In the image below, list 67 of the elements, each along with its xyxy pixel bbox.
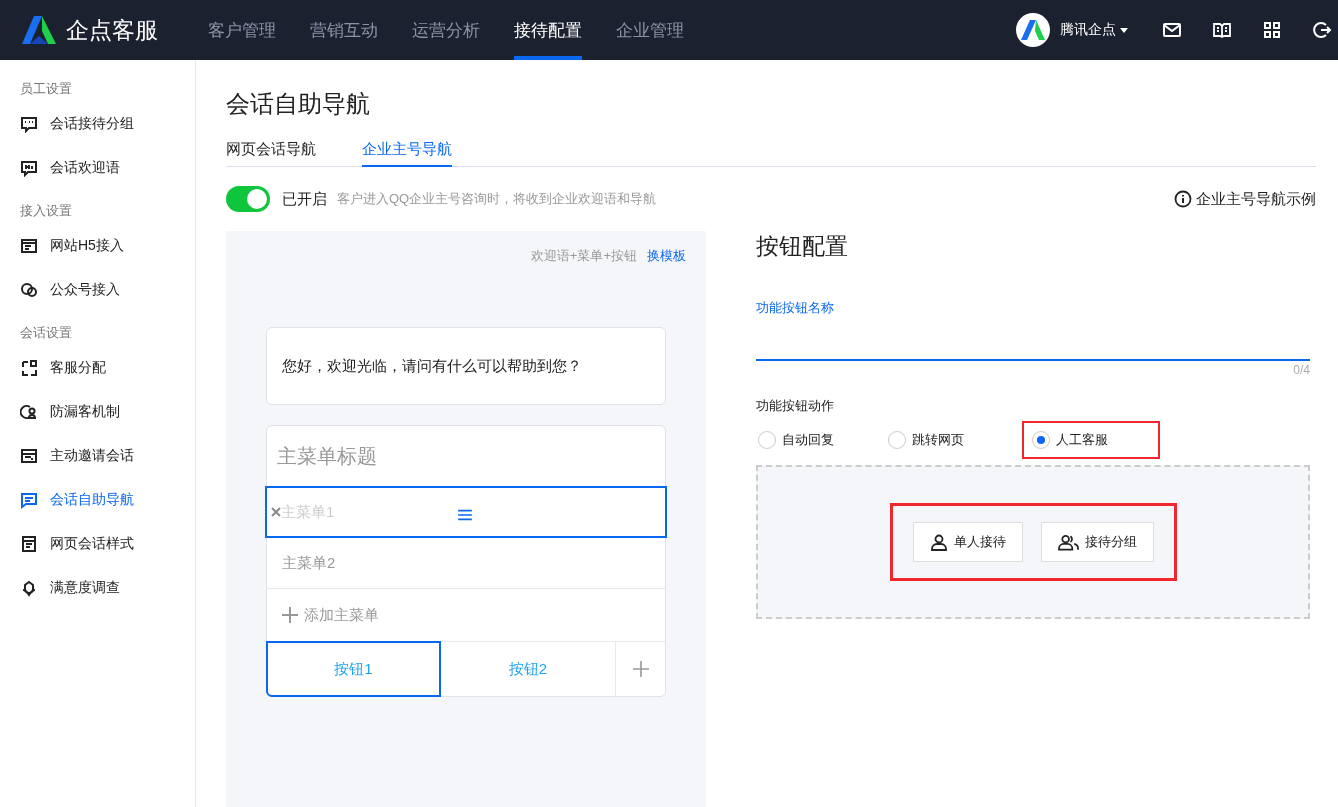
plus-icon	[632, 661, 649, 677]
info-icon	[1174, 190, 1192, 208]
sidebar-item[interactable]: 会话接待分组	[20, 102, 195, 146]
nav-tab[interactable]: 运营分析	[412, 0, 480, 60]
menu-item-icon	[20, 535, 38, 553]
sidebar-group-title: 接入设置	[20, 202, 73, 220]
radio-option[interactable]: 自动回复	[758, 431, 860, 449]
nav-tab[interactable]: 接待配置	[514, 0, 582, 60]
grid-icon[interactable]	[1262, 20, 1282, 40]
menu-item-icon	[20, 359, 38, 377]
radio-option[interactable]: 跳转网页	[888, 431, 990, 449]
example-link[interactable]: 企业主号导航示例	[1196, 189, 1316, 209]
sidebar-item[interactable]: 会话欢迎语	[20, 146, 195, 190]
tab[interactable]: 网页会话导航	[226, 140, 316, 167]
drag-handle-icon[interactable]	[457, 509, 473, 521]
tab[interactable]: 企业主号导航	[362, 140, 452, 167]
logo-icon	[20, 15, 58, 45]
avatar-icon[interactable]	[1016, 13, 1050, 47]
nav-tab[interactable]: 企业管理	[616, 0, 684, 60]
toggle-switch[interactable]	[226, 186, 270, 212]
caret-icon[interactable]	[1120, 27, 1128, 33]
menu-item-icon	[20, 579, 38, 597]
radio-button[interactable]	[1032, 431, 1050, 449]
logout-icon[interactable]	[1312, 20, 1332, 40]
radio-button[interactable]	[758, 431, 776, 449]
char-counter: 0/4	[1292, 363, 1310, 377]
template-name: 欢迎语+菜单+按钮	[530, 247, 637, 265]
sidebar-item[interactable]: 满意度调查	[20, 566, 195, 610]
menu-item-icon	[20, 159, 38, 177]
toggle-label: 已开启	[282, 189, 327, 209]
sidebar-item[interactable]: 公众号接入	[20, 268, 195, 312]
menu-item-icon	[20, 281, 38, 299]
menu-item-icon	[20, 237, 38, 255]
sidebar-item[interactable]: 网站H5接入	[20, 224, 195, 268]
sidebar-item[interactable]: 会话自助导航	[20, 478, 195, 522]
sidebar-group-title: 会话设置	[20, 324, 73, 342]
sidebar-item[interactable]: 客服分配	[20, 346, 195, 390]
people-icon	[1057, 533, 1079, 551]
nav-tab[interactable]: 营销互动	[310, 0, 378, 60]
sidebar-item[interactable]: 防漏客机制	[20, 390, 195, 434]
nav-tab[interactable]: 客户管理	[208, 0, 276, 60]
menu-item-icon	[20, 491, 38, 509]
mail-icon[interactable]	[1162, 20, 1182, 40]
logo-text: 企点客服	[66, 15, 158, 45]
book-icon[interactable]	[1212, 20, 1232, 40]
person-icon	[929, 533, 948, 551]
section-title: 按钮配置	[756, 232, 849, 259]
field-label: 功能按钮名称	[756, 299, 835, 317]
radio-option[interactable]: 人工客服	[1032, 431, 1134, 449]
plus-icon	[282, 607, 298, 623]
hint-text: 客户进入QQ企业主号咨询时，将收到企业欢迎语和导航	[337, 190, 657, 208]
close-icon[interactable]	[271, 507, 281, 517]
sidebar-item[interactable]: 网页会话样式	[20, 522, 195, 566]
menu-title: 主菜单标题	[276, 443, 378, 469]
handoff-button[interactable]: 单人接待	[912, 522, 1023, 562]
handoff-button[interactable]: 接待分组	[1040, 522, 1154, 562]
menu-item-icon	[20, 403, 38, 421]
menu-item-icon	[20, 447, 38, 465]
switch-template-link[interactable]: 换模板	[647, 247, 686, 265]
menu-item-icon	[20, 115, 38, 133]
sidebar-group-title: 员工设置	[20, 80, 73, 98]
page-title: 会话自助导航	[226, 89, 371, 119]
welcome-message: 您好，欢迎光临，请问有什么可以帮助到您？	[266, 327, 666, 405]
account-name[interactable]: 腾讯企点	[1060, 21, 1116, 39]
radio-button[interactable]	[888, 431, 906, 449]
field-label: 功能按钮动作	[756, 397, 835, 415]
sidebar-item[interactable]: 主动邀请会话	[20, 434, 195, 478]
